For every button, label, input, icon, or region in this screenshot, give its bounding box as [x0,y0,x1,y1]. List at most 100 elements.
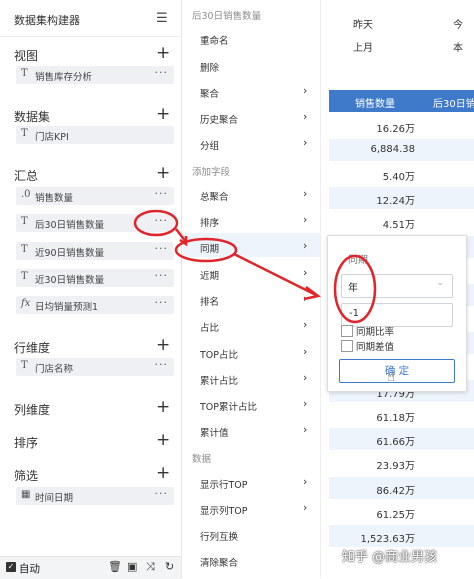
menu-item-rename[interactable]: 重命名 [200,33,229,47]
add-view-button[interactable]: + [156,45,170,62]
table-row: 6,884.38 [329,139,429,162]
menu-item-same-period[interactable]: 同期 [200,241,219,255]
field-filter-item[interactable]: ▦ 时间日期 ··· [16,487,174,505]
field-context-menu: 后30日销售数量 重命名 删除 聚合 › 历史聚合 › 分组 › 添加字段 总聚… [183,0,320,578]
text-type-icon: T [21,244,28,255]
table-row: 4.51万 [329,211,429,234]
chevron-right-icon: › [303,84,308,97]
field-dataset-item[interactable]: T 门店KPI [16,126,174,144]
formula-type-icon: fx [21,298,31,309]
table-row-secondary [429,500,474,523]
period-unit-select[interactable]: 年 ⌄ [341,274,453,298]
table-row: 12.24万 [329,187,429,210]
text-type-icon: T [21,68,28,79]
column-header[interactable]: 后30日销 [433,95,474,110]
field-summary-item[interactable]: .0 销售数量 ··· [16,187,174,205]
chevron-right-icon: › [303,110,308,123]
more-options-icon[interactable]: ··· [155,66,169,79]
menu-item-aggregate[interactable]: 聚合 [200,86,219,100]
confirm-button[interactable]: 确 定 [339,359,455,383]
select-value: 年 [348,283,358,294]
menu-item-show-row-top[interactable]: 显示行TOP [200,477,248,491]
table-cell: 61.25万 [376,509,415,521]
table-row: 1,523.63万 [329,524,429,547]
more-options-icon[interactable]: ··· [155,358,169,371]
more-options-icon[interactable]: ··· [155,269,169,282]
menu-item-transpose[interactable]: 行列互换 [200,529,238,543]
table-row: 61.25万 [329,500,429,523]
same-period-ratio-checkbox[interactable] [341,325,353,337]
chevron-right-icon: › [303,501,308,514]
chevron-down-icon: ⌄ [436,278,444,288]
section-title-view: 视图 [14,49,39,63]
table-cell: 4.51万 [382,220,415,232]
menu-item-show-col-top[interactable]: 显示列TOP [200,503,248,517]
menu-item-sort[interactable]: 排序 [200,215,219,229]
chevron-right-icon: › [303,239,308,252]
menu-item-group[interactable]: 分组 [200,138,219,152]
number-type-icon: .0 [21,189,31,200]
more-options-icon[interactable]: ··· [155,487,169,500]
panel-menu-icon[interactable]: ☰ [156,11,168,26]
table-row: 86.42万 [329,476,429,499]
column-header[interactable]: 销售数量 [355,95,395,110]
add-sort-button[interactable]: + [156,432,170,449]
text-type-icon: T [21,128,28,139]
more-options-icon[interactable]: ··· [155,296,169,309]
refresh-icon[interactable]: ↻ [165,560,174,573]
chevron-right-icon: › [303,423,308,436]
menu-item-recent[interactable]: 近期 [200,268,219,282]
table-row-secondary [429,139,474,162]
more-options-icon[interactable]: ··· [155,214,169,227]
menu-item-delete[interactable]: 删除 [200,60,219,74]
more-options-icon[interactable]: ··· [155,187,169,200]
table-cell: 23.93万 [376,461,415,473]
menu-item-history-aggregate[interactable]: 历史聚合 [200,112,238,126]
menu-item-percent[interactable]: 占比 [200,320,219,334]
delete-icon[interactable]: 🗑 [108,560,122,573]
field-label: 销售数量 [35,193,74,204]
table-row-secondary [429,404,474,427]
menu-item-top-cumulative-percent[interactable]: TOP累计占比 [200,399,257,413]
field-summary-item[interactable]: T 近30日销售数量 ··· [16,269,174,287]
shuffle-icon[interactable]: ⤨ [146,560,155,574]
menu-item-clear-aggregate[interactable]: 清除聚合 [200,555,238,569]
table-cell: 61.18万 [376,413,415,425]
section-title-sort: 排序 [14,436,39,450]
add-filter-button[interactable]: + [156,465,170,482]
chevron-right-icon: › [303,187,308,200]
field-label: 后30日销售数量 [35,220,105,231]
popup-title: 同期 [348,255,368,266]
field-label: 时间日期 [35,493,74,504]
chevron-right-icon: › [303,292,308,305]
table-row-secondary [429,524,474,547]
watermark: 知乎 @商业男孩 [342,550,438,565]
field-view-item[interactable]: T 销售库存分析 ··· [16,66,174,84]
menu-item-total-aggregate[interactable]: 总聚合 [200,189,229,203]
section-title-row-dimension: 行维度 [14,341,51,355]
chevron-right-icon: › [303,397,308,410]
table-cell: 1,523.63万 [360,533,415,545]
dataset-builder-panel: 数据集构建器 ☰ 视图 + T 销售库存分析 ··· 数据集 + T 门店KPI… [0,0,182,579]
input-value: -1 [349,308,359,319]
add-row-dimension-button[interactable]: + [156,337,170,354]
same-period-diff-checkbox[interactable] [341,340,353,352]
field-summary-item[interactable]: fx 日均销量预测1 ··· [16,296,174,314]
menu-item-top-percent[interactable]: TOP占比 [200,347,238,361]
add-summary-button[interactable]: + [156,165,170,182]
auto-checkbox[interactable]: ✓ [6,562,16,572]
menu-header-field: 后30日销售数量 [192,11,262,22]
add-dataset-button[interactable]: + [156,106,170,123]
menu-item-cumulative-value[interactable]: 累计值 [200,425,229,439]
menu-item-cumulative-percent[interactable]: 累计占比 [200,373,238,387]
sql-icon[interactable]: ▣ [127,560,137,573]
table-row-secondary [429,211,474,234]
menu-item-rank[interactable]: 排名 [200,294,219,308]
field-summary-item[interactable]: T 后30日销售数量 ··· [16,214,174,232]
add-col-dimension-button[interactable]: + [156,399,170,416]
field-row-dimension-item[interactable]: T 门店名称 ··· [16,358,174,376]
field-label: 销售库存分析 [35,72,93,83]
more-options-icon[interactable]: ··· [155,242,169,255]
period-label: 今 [453,20,463,31]
field-summary-item[interactable]: T 近90日销售数量 ··· [16,242,174,260]
